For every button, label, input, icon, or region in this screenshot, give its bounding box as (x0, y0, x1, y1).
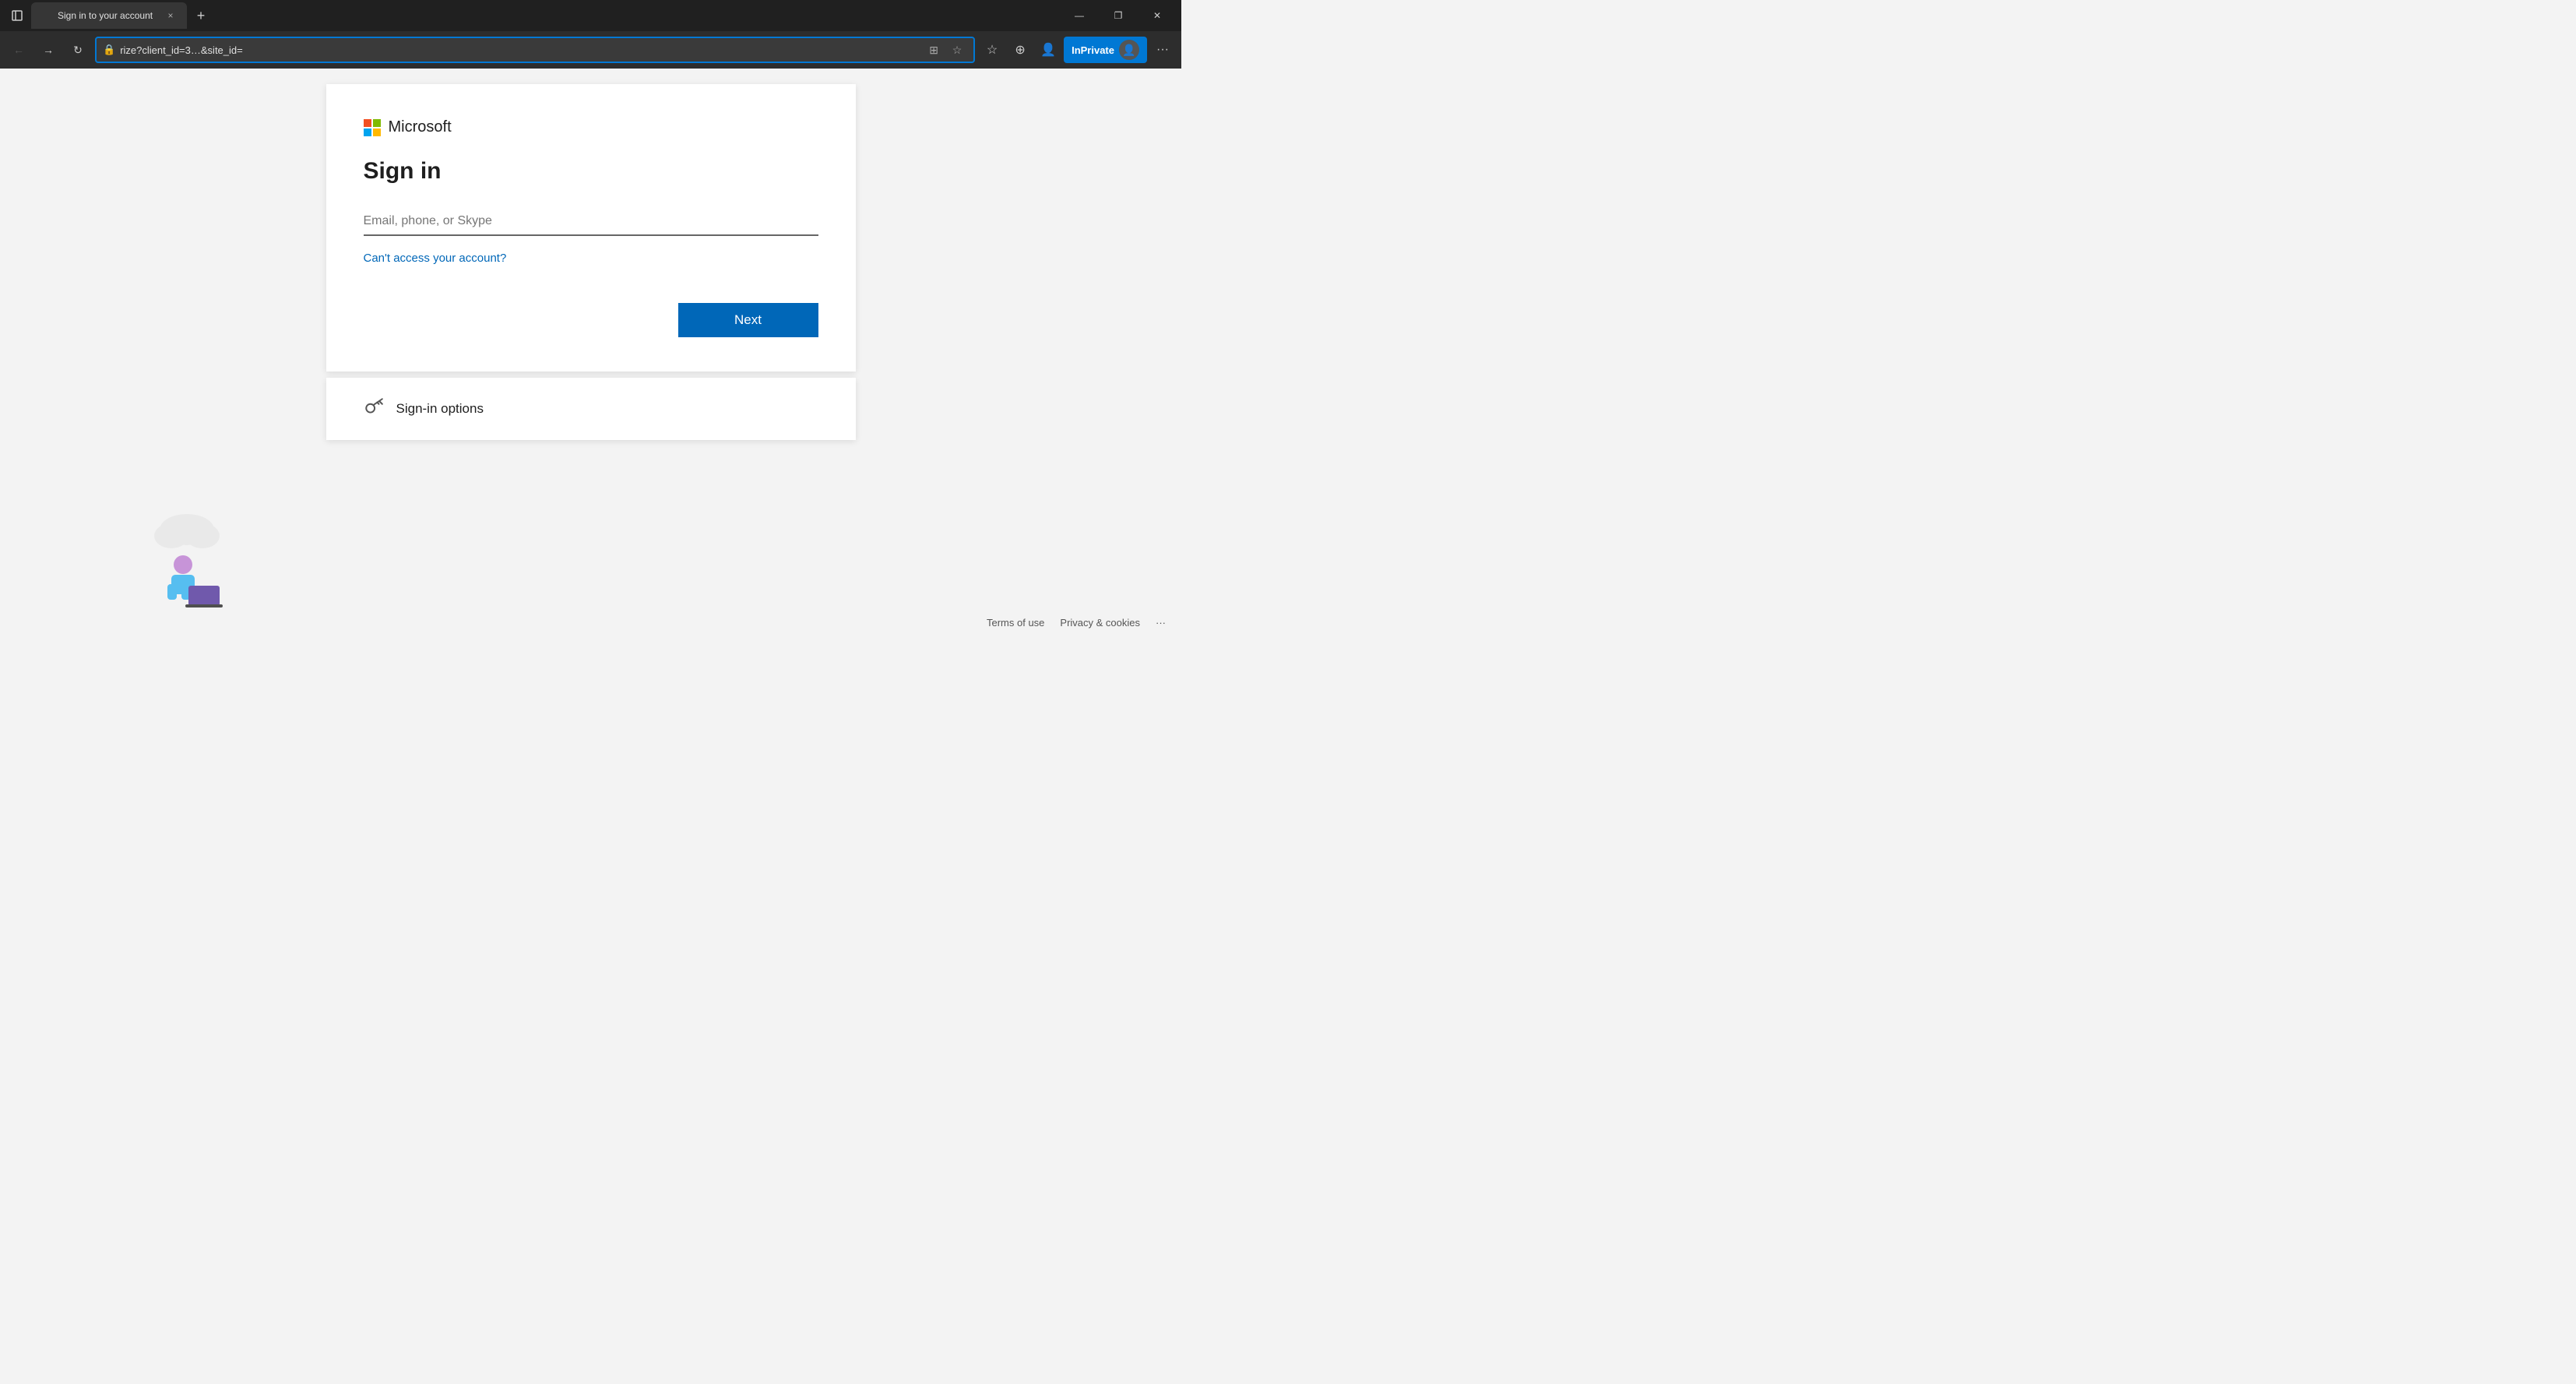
sidebar-toggle[interactable] (6, 5, 28, 26)
more-button[interactable]: ··· (1150, 37, 1175, 62)
next-button-row: Next (364, 303, 818, 337)
profile-button[interactable]: 👤 (1036, 37, 1061, 62)
email-input[interactable] (364, 206, 818, 236)
background-illustration (125, 483, 265, 611)
collections-button[interactable]: ⊕ (1008, 37, 1033, 62)
footer-more[interactable]: ··· (1156, 617, 1166, 629)
maximize-button[interactable]: ❐ (1100, 3, 1136, 28)
close-button[interactable]: ✕ (1139, 3, 1175, 28)
page-content: Microsoft Sign in Can't access your acco… (0, 69, 1181, 635)
signin-title: Sign in (364, 158, 818, 185)
favorites-button[interactable]: ☆ (980, 37, 1005, 62)
tab-favicon (40, 10, 51, 21)
ms-logo-text: Microsoft (389, 118, 452, 136)
toolbar-right: ☆ ⊕ 👤 InPrivate 👤 ··· (980, 37, 1175, 63)
back-button[interactable]: ← (6, 37, 31, 62)
cant-access-link[interactable]: Can't access your account? (364, 252, 507, 265)
key-icon (364, 396, 384, 421)
window-controls: — ❐ ✕ (1061, 3, 1175, 28)
tab-close-button[interactable]: × (164, 9, 178, 23)
signin-options-text: Sign-in options (396, 401, 484, 417)
minimize-button[interactable]: — (1061, 3, 1097, 28)
split-screen-icon[interactable]: ⊞ (924, 40, 944, 60)
next-button[interactable]: Next (678, 303, 818, 337)
url-text: rize?client_id=3…&site_id= (120, 44, 919, 56)
lock-icon: 🔒 (103, 44, 115, 56)
new-tab-button[interactable]: + (190, 5, 212, 26)
address-bar[interactable]: 🔒 rize?client_id=3…&site_id= ⊞ ☆ (95, 37, 975, 63)
ms-logo-grid (364, 119, 381, 136)
privacy-link[interactable]: Privacy & cookies (1060, 617, 1140, 629)
inprivate-label: InPrivate (1072, 44, 1114, 56)
tab-bar: Sign in to your account × + — ❐ ✕ (0, 0, 1181, 31)
inprivate-button[interactable]: InPrivate 👤 (1064, 37, 1147, 63)
terms-link[interactable]: Terms of use (987, 617, 1044, 629)
signin-card: Microsoft Sign in Can't access your acco… (326, 84, 856, 372)
address-bar-row: ← → ↻ 🔒 rize?client_id=3…&site_id= ⊞ ☆ ☆… (0, 31, 1181, 69)
signin-options-card[interactable]: Sign-in options (326, 378, 856, 440)
browser-tab-active[interactable]: Sign in to your account × (31, 2, 187, 29)
avatar: 👤 (1119, 40, 1139, 60)
address-bar-actions: ⊞ ☆ (924, 40, 967, 60)
favorites-star-icon[interactable]: ☆ (947, 40, 967, 60)
forward-button[interactable]: → (36, 37, 61, 62)
refresh-button[interactable]: ↻ (65, 37, 90, 62)
microsoft-logo: Microsoft (364, 118, 818, 136)
page-footer: Terms of use Privacy & cookies ··· (0, 611, 1181, 635)
tab-title: Sign in to your account (58, 10, 157, 21)
